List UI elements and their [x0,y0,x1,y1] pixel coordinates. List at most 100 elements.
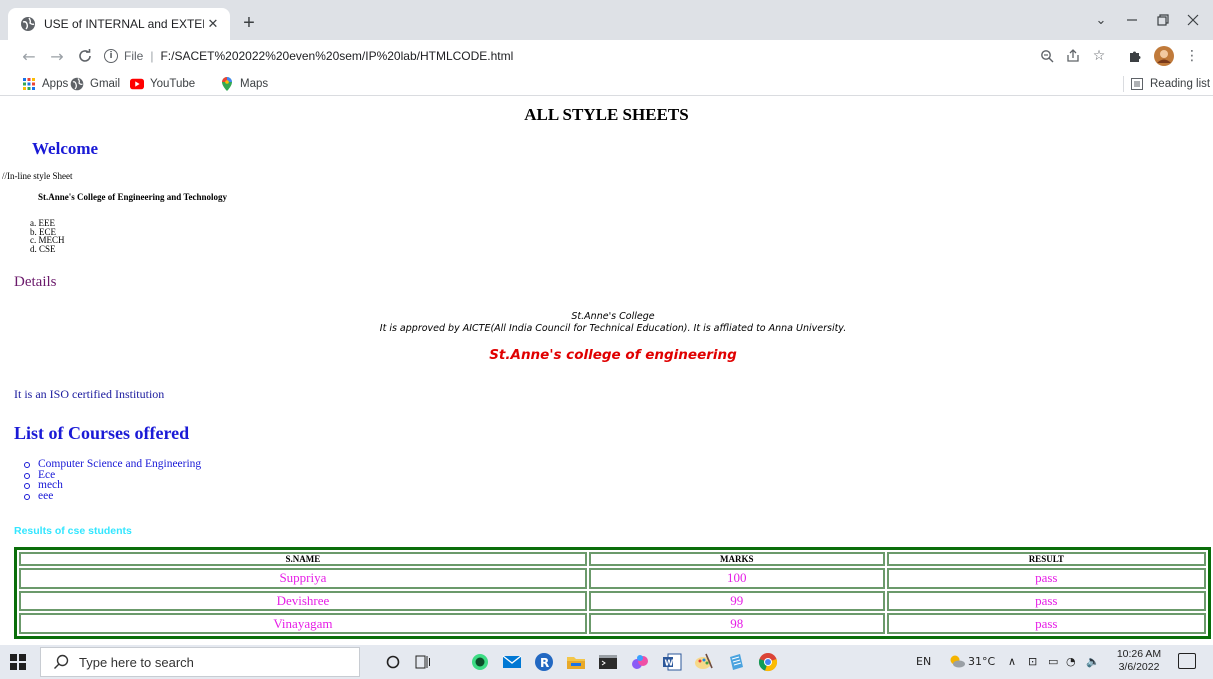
bookmark-youtube[interactable]: YouTube [130,76,195,92]
reading-list-button[interactable]: Reading list [1130,76,1210,92]
tab-title: USE of INTERNAL and EXTERNAL [44,17,204,31]
minimize-button[interactable] [1119,7,1145,33]
close-window-button[interactable] [1180,7,1206,33]
department-list: a. EEE b. ECE c. MECH d. CSE [30,219,65,253]
paint-icon[interactable] [694,652,714,672]
column-header-marks: MARKS [588,552,885,566]
back-arrow-icon[interactable]: ← [18,45,40,67]
bookmark-label: YouTube [150,78,196,90]
bookmark-apps[interactable]: Apps [22,76,68,92]
table-cell: pass [886,568,1206,589]
battery-icon[interactable]: ▭ [1048,655,1058,668]
college-name-red: St.Anne's college of engineering [489,347,737,363]
system-clock[interactable]: 10:26 AM 3/6/2022 [1116,648,1162,674]
reading-list-label: Reading list [1150,78,1211,90]
globe-icon [70,77,84,91]
task-view-icon[interactable] [413,652,433,672]
menu-kebab-icon[interactable]: ⋮ [1181,45,1203,67]
bookmark-maps[interactable]: Maps [220,76,268,92]
table-row: Suppriya 100 pass [19,568,1206,589]
maps-pin-icon [220,77,234,91]
language-indicator[interactable]: EN [916,655,931,668]
reading-list-icon [1130,77,1144,91]
svg-text:R: R [540,656,549,670]
table-cell: Devishree [19,590,587,612]
file-scheme-label: File [124,49,144,63]
tray-overflow-chevron-icon[interactable]: ∧ [1008,655,1016,668]
bookmark-star-icon[interactable]: ☆ [1088,45,1110,67]
inline-style-note: //In-line style Sheet [2,171,73,181]
file-explorer-icon[interactable] [566,652,586,672]
weather-icon[interactable] [948,652,966,673]
extensions-puzzle-icon[interactable] [1124,45,1146,67]
windows-start-icon[interactable] [10,654,26,670]
table-cell: Vinayagam [19,613,587,634]
college-name-small: St.Anne's College of Engineering and Tec… [38,192,228,202]
page-heading: ALL STYLE SHEETS [524,105,689,124]
list-item: mech [24,480,201,491]
tab-search-chevron-icon[interactable]: ⌄ [1088,7,1114,33]
tab-close-icon[interactable]: ✕ [204,15,222,33]
forward-arrow-icon[interactable]: → [46,45,68,67]
results-table: S.NAME MARKS RESULT Suppriya 100 pass De… [14,547,1211,639]
bookmark-gmail[interactable]: Gmail [70,76,120,92]
windows-taskbar: Type here to search R W EN 31°C ∧ ⊡ ▭ ◔ [0,645,1213,679]
cortana-circle-icon[interactable] [383,652,403,672]
address-bar[interactable]: i File | F:/SACET%202022%20even%20sem/IP… [104,44,964,68]
reload-icon[interactable] [74,45,96,67]
notification-center-icon[interactable] [1178,653,1196,669]
table-cell: pass [886,613,1206,634]
details-heading: Details [14,274,57,290]
omnibox-separator: | [150,49,154,63]
chrome-icon[interactable] [758,652,778,672]
taskbar-search-box[interactable]: Type here to search [40,647,360,677]
table-cell: 100 [588,568,885,589]
table-cell: 98 [588,613,885,634]
android-studio-icon[interactable] [470,652,490,672]
mail-icon[interactable] [502,652,522,672]
share-icon[interactable] [1062,45,1084,67]
meet-now-icon[interactable]: ⊡ [1028,655,1037,668]
welcome-heading: Welcome [32,139,99,158]
clock-time: 10:26 AM [1116,648,1162,660]
browser-tab[interactable]: USE of INTERNAL and EXTERNAL ✕ [8,8,230,40]
r-language-icon[interactable]: R [534,652,554,672]
page-content: ALL STYLE SHEETS Welcome //In-line style… [0,97,1213,645]
list-item: d. CSE [30,243,56,254]
terminal-icon[interactable] [598,652,618,672]
apps-grid-icon [22,77,36,91]
search-icon [53,654,69,670]
search-placeholder: Type here to search [79,654,194,670]
notepad-icon[interactable] [726,652,746,672]
bookmarks-bar: Apps Gmail YouTube Maps Reading list [0,72,1213,96]
url-text[interactable]: F:/SACET%202022%20even%20sem/IP%20lab/HT… [160,49,513,63]
clock-date: 3/6/2022 [1118,661,1160,673]
bookmark-label: Gmail [90,78,121,90]
list-item: Computer Science and Engineering [24,459,201,470]
volume-icon[interactable]: 🔈 [1086,655,1100,668]
svg-text:W: W [665,659,674,668]
iso-statement: It is an ISO certified Institution [14,387,165,401]
column-header-name: S.NAME [19,552,587,566]
profile-avatar[interactable] [1153,45,1175,67]
restore-button[interactable] [1150,7,1176,33]
zoom-icon[interactable] [1036,45,1058,67]
table-cell: 99 [588,590,885,612]
college-address-line-2: It is approved by AICTE(All India Counci… [379,323,847,334]
tab-strip: USE of INTERNAL and EXTERNAL ✕ + ⌄ [0,0,1213,40]
new-tab-button[interactable]: + [237,11,261,35]
courses-list: Computer Science and Engineering Ece mec… [24,459,201,501]
courses-heading: List of Courses offered [14,423,190,443]
list-item: eee [24,490,201,502]
college-address-line-1: St.Anne's College [571,311,655,322]
site-info-icon[interactable]: i [104,49,118,63]
bookmarks-divider [1123,76,1124,92]
table-cell: Suppriya [19,568,587,589]
wifi-icon[interactable]: ◔ [1066,655,1076,668]
word-icon[interactable]: W [662,652,682,672]
snipping-tool-icon[interactable] [630,652,650,672]
table-header-row: S.NAME MARKS RESULT [19,552,1206,566]
column-header-result: RESULT [886,552,1206,566]
weather-temperature[interactable]: 31°C [968,655,995,668]
table-row: Vinayagam 98 pass [19,613,1206,634]
